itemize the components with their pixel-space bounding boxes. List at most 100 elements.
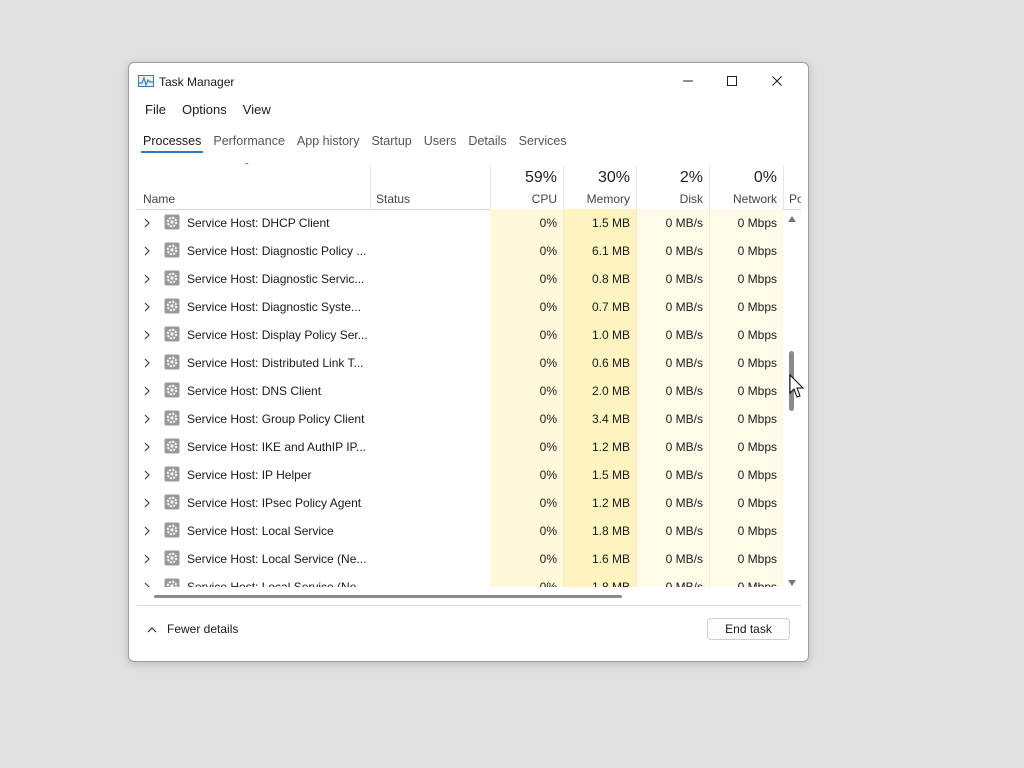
disk-value: 0 MB/s [665,328,703,342]
chevron-right-icon[interactable] [143,246,151,256]
tab-users[interactable]: Users [418,131,463,153]
chevron-right-icon[interactable] [143,414,151,424]
memory-value: 1.8 MB [591,580,630,587]
memory-value: 1.6 MB [591,552,630,566]
cpu-value: 0% [539,244,557,258]
service-gear-icon [164,214,180,230]
chevron-right-icon[interactable] [143,386,151,396]
cpu-value: 0% [539,300,557,314]
process-row[interactable]: Service Host: Diagnostic Servic... 0% 0.8 … [137,265,785,293]
chevron-right-icon[interactable] [143,498,151,508]
cpu-value: 0% [539,580,557,587]
vertical-scrollbar[interactable] [785,213,799,587]
chevron-right-icon[interactable] [143,442,151,452]
sort-up-icon: ˆ [245,162,249,174]
process-name: Service Host: Local Service (Ne... [187,552,367,566]
chevron-right-icon[interactable] [143,358,151,368]
network-value: 0 Mbps [737,300,777,314]
column-network-header[interactable]: 0% Network [709,165,783,209]
end-task-button[interactable]: End task [707,618,790,640]
window-title: Task Manager [159,75,235,89]
menu-bar: File Options View [137,99,279,121]
process-name: Service Host: DNS Client [187,384,322,398]
tab-services[interactable]: Services [513,131,573,153]
tab-processes[interactable]: Processes [137,131,207,153]
memory-value: 1.5 MB [591,216,630,230]
network-value: 0 Mbps [737,412,777,426]
cpu-value: 0% [539,272,557,286]
menu-view[interactable]: View [235,99,279,121]
process-row[interactable]: Service Host: Diagnostic Policy ... 0% 6.1… [137,237,785,265]
column-name-header[interactable]: ˆ Name [137,162,370,209]
process-row[interactable]: Service Host: DHCP Client 0% 1.5 MB 0 MB/s 0… [137,209,785,237]
memory-value: 0.7 MB [591,300,630,314]
tab-startup[interactable]: Startup [365,131,417,153]
minimize-button[interactable] [665,63,711,99]
chevron-right-icon[interactable] [143,302,151,312]
network-value: 0 Mbps [737,468,777,482]
column-power-header[interactable]: Po [783,165,801,209]
disk-value: 0 MB/s [665,356,703,370]
process-row[interactable]: Service Host: Diagnostic Syste... 0% 0.7 M… [137,293,785,321]
disk-value: 0 MB/s [665,216,703,230]
fewer-details-toggle[interactable]: Fewer details [147,622,238,636]
column-cpu-header[interactable]: 59% CPU [490,165,563,209]
close-button[interactable] [754,63,800,99]
disk-value: 0 MB/s [665,552,703,566]
cpu-value: 0% [539,384,557,398]
chevron-right-icon[interactable] [143,330,151,340]
disk-value: 0 MB/s [665,496,703,510]
service-gear-icon [164,326,180,342]
chevron-right-icon[interactable] [143,526,151,536]
process-row[interactable]: Service Host: Local Service (Ne... 0% 1.8 … [137,573,785,587]
process-row[interactable]: Service Host: Local Service 0% 1.8 MB 0 MB/… [137,517,785,545]
network-value: 0 Mbps [737,524,777,538]
service-gear-icon [164,466,180,482]
chevron-right-icon[interactable] [143,274,151,284]
tab-performance[interactable]: Performance [207,131,291,153]
process-name: Service Host: Local Service (Ne... [187,580,367,587]
disk-value: 0 MB/s [665,580,703,587]
process-row[interactable]: Service Host: Local Service (Ne... 0% 1.6 … [137,545,785,573]
horizontal-scroll-thumb[interactable] [154,595,622,598]
tab-app-history[interactable]: App history [291,131,366,153]
cpu-value: 0% [539,468,557,482]
process-row[interactable]: Service Host: IP Helper 0% 1.5 MB 0 MB/s 0 M… [137,461,785,489]
process-row[interactable]: Service Host: Group Policy Client 0% 3.4 M… [137,405,785,433]
cpu-value: 0% [539,216,557,230]
menu-options[interactable]: Options [174,99,235,121]
process-row[interactable]: Service Host: IPsec Policy Agent 0% 1.2 MB… [137,489,785,517]
chevron-right-icon[interactable] [143,554,151,564]
cpu-value: 0% [539,524,557,538]
process-row[interactable]: Service Host: Display Policy Ser... 0% 1.0… [137,321,785,349]
disk-value: 0 MB/s [665,524,703,538]
mouse-cursor-icon [789,374,805,398]
process-row[interactable]: Service Host: IKE and AuthIP IP... 0% 1.2 … [137,433,785,461]
column-status-header[interactable]: Status [370,165,490,209]
column-status-label: Status [376,192,411,206]
title-bar[interactable]: Task Manager [129,63,808,99]
service-gear-icon [164,494,180,510]
chevron-right-icon[interactable] [143,218,151,228]
column-disk-header[interactable]: 2% Disk [636,165,709,209]
network-value: 0 Mbps [737,328,777,342]
tab-details[interactable]: Details [462,131,512,153]
memory-value: 0.8 MB [591,272,630,286]
disk-value: 0 MB/s [665,300,703,314]
process-name: Service Host: DHCP Client [187,216,330,230]
scroll-up-icon[interactable] [787,215,797,223]
chevron-right-icon[interactable] [143,470,151,480]
disk-total-percent: 2% [679,169,703,186]
process-name: Service Host: IKE and AuthIP IP... [187,440,366,454]
memory-value: 1.8 MB [591,524,630,538]
scroll-down-icon[interactable] [787,579,797,587]
chevron-right-icon[interactable] [143,582,151,587]
service-gear-icon [164,522,180,538]
column-header: ˆ Name Status 59% CPU 30% Memory 2% Disk… [137,162,801,210]
menu-file[interactable]: File [137,99,174,121]
process-row[interactable]: Service Host: Distributed Link T... 0% 0.6… [137,349,785,377]
column-memory-header[interactable]: 30% Memory [563,165,636,209]
network-value: 0 Mbps [737,356,777,370]
process-row[interactable]: Service Host: DNS Client 0% 2.0 MB 0 MB/s 0 … [137,377,785,405]
maximize-button[interactable] [709,63,755,99]
